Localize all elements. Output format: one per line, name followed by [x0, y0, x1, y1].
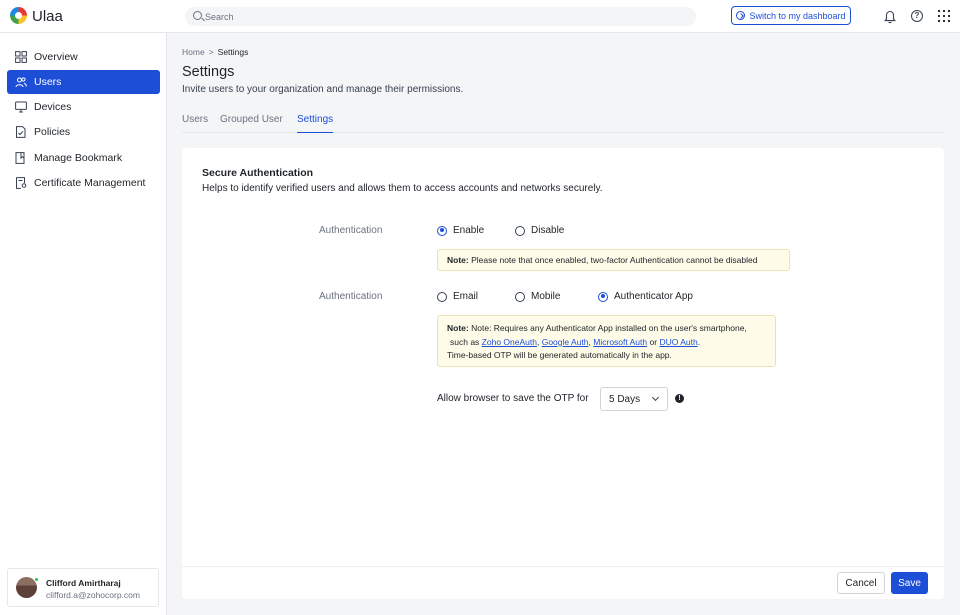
authentication-method-label: Authentication: [319, 291, 383, 302]
tab-bar: Users Grouped User Settings: [182, 108, 944, 133]
tab-settings[interactable]: Settings: [297, 114, 334, 133]
note-comma: ,: [588, 336, 591, 347]
search-bar[interactable]: [185, 7, 696, 26]
link-duo-auth[interactable]: DUO Auth: [659, 337, 697, 347]
breadcrumb-separator: >: [208, 47, 214, 57]
search-input[interactable]: [205, 7, 685, 26]
note-line-2: such as Zoho OneAuth, Google Auth, Micro…: [447, 336, 775, 350]
sidebar-item-label: Devices: [34, 101, 72, 113]
switch-dashboard-label: Switch to my dashboard: [749, 10, 846, 21]
radio-email[interactable]: Email: [437, 291, 478, 302]
radio-authenticator-app-label: Authenticator App: [614, 291, 693, 302]
sidebar-item-users[interactable]: Users: [7, 70, 160, 94]
grid-icon: [15, 51, 27, 63]
help-icon[interactable]: ?: [911, 10, 923, 22]
radio-mobile-label: Mobile: [531, 291, 561, 302]
chevron-down-icon: [651, 393, 660, 402]
switch-dashboard-button[interactable]: Switch to my dashboard: [731, 6, 851, 25]
note-period: .: [697, 336, 701, 347]
note-prefix: Note:: [447, 323, 469, 333]
cancel-button[interactable]: Cancel: [837, 572, 885, 594]
enable-note: Note: Please note that once enabled, two…: [437, 249, 790, 271]
radio-checked-icon[interactable]: [598, 291, 608, 302]
section-title: Secure Authentication: [202, 167, 314, 179]
sidebar-item-label: Certificate Management: [34, 177, 146, 189]
user-name: Clifford Amirtharaj: [46, 578, 121, 588]
link-google-auth[interactable]: Google Auth: [542, 337, 589, 347]
switch-icon: [736, 11, 746, 20]
save-button[interactable]: Save: [891, 572, 928, 594]
sidebar-item-label: Users: [34, 76, 62, 88]
monitor-icon: [15, 101, 27, 113]
note-or: or: [649, 336, 658, 347]
note-prefix: Note:: [447, 255, 469, 265]
otp-duration-value: 5 Days: [609, 393, 641, 405]
search-icon: [193, 11, 202, 20]
radio-email-label: Email: [453, 291, 479, 302]
users-icon: [15, 76, 27, 88]
otp-duration-select[interactable]: 5 Days: [600, 387, 668, 411]
radio-mobile[interactable]: Mobile: [515, 291, 560, 302]
sidebar-item-overview[interactable]: Overview: [7, 45, 160, 69]
sidebar: Overview Users Devices Policies Manage B…: [0, 33, 167, 615]
sidebar-item-devices[interactable]: Devices: [7, 95, 160, 119]
otp-label: Allow browser to save the OTP for: [437, 393, 589, 404]
radio-unchecked-icon[interactable]: [515, 291, 525, 302]
authentication-toggle-label: Authentication: [319, 225, 383, 236]
app-name: Ulaa: [32, 8, 63, 25]
note-line-3: Time-based OTP will be generated automat…: [447, 350, 672, 360]
radio-disable-label: Disable: [531, 225, 565, 236]
authenticator-note: Note: Note: Requires any Authenticator A…: [437, 315, 776, 367]
sidebar-item-certificate-management[interactable]: Certificate Management: [7, 171, 160, 195]
breadcrumb: Home > Settings: [182, 47, 248, 57]
note-line-1: Note: Note: Requires any Authenticator A…: [447, 322, 775, 336]
user-email: clifford.a@zohocorp.com: [46, 590, 140, 600]
apps-grid-icon[interactable]: [938, 10, 950, 22]
online-status-icon: [34, 577, 39, 582]
enable-note-text: Please note that once enabled, two-facto…: [471, 255, 758, 265]
sidebar-item-label: Manage Bookmark: [34, 152, 123, 164]
footer-bar: Cancel Save: [182, 566, 944, 599]
breadcrumb-current: Settings: [217, 47, 249, 57]
page-subtitle: Invite users to your organization and ma…: [182, 84, 464, 95]
sidebar-item-label: Policies: [34, 126, 71, 138]
link-zoho-oneauth[interactable]: Zoho OneAuth: [482, 337, 537, 347]
radio-unchecked-icon[interactable]: [515, 225, 525, 236]
ulaa-logo-icon: [10, 7, 27, 24]
info-icon[interactable]: !: [675, 394, 684, 403]
note-comma: ,: [536, 336, 540, 347]
tab-users[interactable]: Users: [182, 114, 208, 133]
sidebar-item-label: Overview: [34, 51, 78, 63]
radio-checked-icon[interactable]: [437, 225, 447, 236]
user-profile-card[interactable]: Clifford Amirtharaj clifford.a@zohocorp.…: [7, 568, 159, 607]
radio-authenticator-app[interactable]: Authenticator App: [598, 291, 693, 302]
settings-card: Secure Authentication Helps to identify …: [182, 148, 944, 599]
note-such-as: such as: [450, 336, 480, 347]
bell-icon[interactable]: [884, 10, 896, 24]
sidebar-item-policies[interactable]: Policies: [7, 120, 160, 144]
document-check-icon: [15, 126, 27, 138]
top-bar: Ulaa Switch to my dashboard ?: [0, 0, 960, 33]
sidebar-item-manage-bookmark[interactable]: Manage Bookmark: [7, 146, 160, 170]
certificate-icon: [15, 177, 27, 189]
radio-unchecked-icon[interactable]: [437, 291, 447, 302]
section-description: Helps to identify verified users and all…: [202, 183, 603, 194]
radio-disable[interactable]: Disable: [515, 225, 564, 236]
link-microsoft-auth[interactable]: Microsoft Auth: [593, 337, 647, 347]
radio-enable[interactable]: Enable: [437, 225, 484, 236]
breadcrumb-home[interactable]: Home: [182, 47, 205, 57]
tab-grouped-user[interactable]: Grouped User: [220, 114, 283, 133]
note-line-1-text: Note: Requires any Authenticator App ins…: [471, 323, 747, 333]
bookmark-icon: [15, 152, 27, 164]
radio-enable-label: Enable: [453, 225, 485, 236]
page-title: Settings: [182, 64, 235, 80]
